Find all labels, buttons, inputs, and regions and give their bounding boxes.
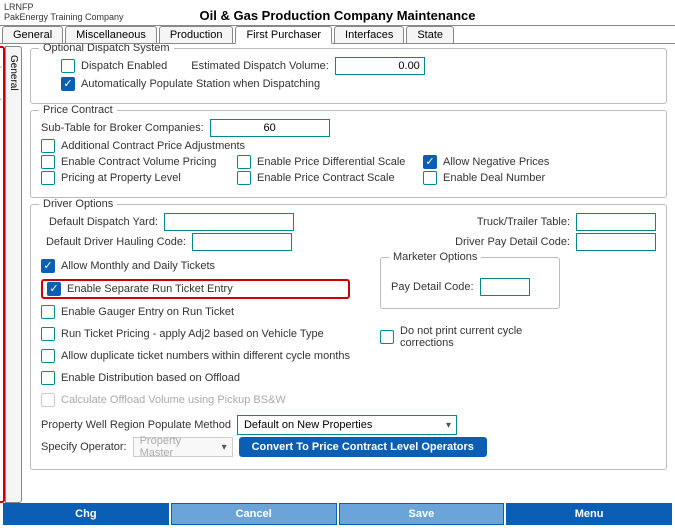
- price-vol-label: Enable Contract Volume Pricing: [61, 156, 231, 168]
- rtp-label: Run Ticket Pricing - apply Adj2 based on…: [61, 328, 324, 340]
- dispatch-volume-label: Estimated Dispatch Volume:: [191, 60, 329, 72]
- header: LRNFP PakEnergy Training Company Oil & G…: [0, 0, 675, 26]
- driver-options-group: Driver Options Default Dispatch Yard: Tr…: [30, 204, 667, 470]
- dispatch-group: Optional Dispatch System Dispatch Enable…: [30, 48, 667, 104]
- gauger-checkbox[interactable]: [41, 305, 55, 319]
- marketer-group: Marketer Options Pay Detail Code:: [380, 257, 560, 309]
- top-tabs: General Miscellaneous Production First P…: [0, 26, 675, 44]
- dispatch-enabled-label: Dispatch Enabled: [81, 60, 167, 72]
- menu-button[interactable]: Menu: [506, 503, 672, 525]
- monthly-label: Allow Monthly and Daily Tickets: [61, 260, 215, 272]
- tab-first-purchaser[interactable]: First Purchaser: [235, 26, 332, 44]
- separate-label: Enable Separate Run Ticket Entry: [67, 283, 233, 295]
- populate-method-select[interactable]: Default on New Properties: [237, 415, 457, 435]
- tab-production[interactable]: Production: [159, 26, 234, 43]
- specify-operator-select[interactable]: Property Master: [133, 437, 233, 457]
- dispatch-enabled-checkbox[interactable]: [61, 59, 75, 73]
- bottom-bar: Chg Cancel Save Menu: [3, 503, 672, 525]
- side-tabs: General Advanced Statements Billing/Haul…: [0, 44, 22, 504]
- tab-state[interactable]: State: [406, 26, 454, 43]
- side-tab-general[interactable]: General: [5, 46, 22, 503]
- dup-label: Allow duplicate ticket numbers within di…: [61, 350, 350, 362]
- default-yard-input[interactable]: [164, 213, 294, 231]
- side-tab-advanced[interactable]: Advanced: [0, 46, 5, 503]
- dispatch-volume-input[interactable]: [335, 57, 425, 75]
- price-neg-checkbox[interactable]: [423, 155, 437, 169]
- calc-checkbox[interactable]: [41, 393, 55, 407]
- separate-highlight: Enable Separate Run Ticket Entry: [41, 279, 350, 299]
- driver-legend: Driver Options: [39, 198, 117, 210]
- price-neg-label: Allow Negative Prices: [443, 156, 549, 168]
- truck-table-input[interactable]: [576, 213, 656, 231]
- price-prop-checkbox[interactable]: [41, 171, 55, 185]
- subtable-input[interactable]: [210, 119, 330, 137]
- content-panel: Optional Dispatch System Dispatch Enable…: [22, 44, 675, 504]
- default-yard-label: Default Dispatch Yard:: [41, 216, 158, 228]
- price-diff-checkbox[interactable]: [237, 155, 251, 169]
- gauger-label: Enable Gauger Entry on Run Ticket: [61, 306, 234, 318]
- price-adjust-checkbox[interactable]: [41, 139, 55, 153]
- price-adjust-label: Additional Contract Price Adjustments: [61, 140, 245, 152]
- price-contract-group: Price Contract Sub-Table for Broker Comp…: [30, 110, 667, 198]
- auto-populate-checkbox[interactable]: [61, 77, 75, 91]
- convert-button[interactable]: Convert To Price Contract Level Operator…: [239, 437, 487, 457]
- price-deal-checkbox[interactable]: [423, 171, 437, 185]
- price-deal-label: Enable Deal Number: [443, 172, 545, 184]
- marketer-paydetail-label: Pay Detail Code:: [391, 281, 474, 293]
- driver-pay-label: Driver Pay Detail Code:: [452, 236, 570, 248]
- noprint-label: Do not print current cycle corrections: [400, 325, 540, 349]
- rtp-checkbox[interactable]: [41, 327, 55, 341]
- tab-interfaces[interactable]: Interfaces: [334, 26, 404, 43]
- dist-checkbox[interactable]: [41, 371, 55, 385]
- separate-checkbox[interactable]: [47, 282, 61, 296]
- dist-label: Enable Distribution based on Offload: [61, 372, 240, 384]
- price-diff-label: Enable Price Differential Scale: [257, 156, 417, 168]
- price-scale-label: Enable Price Contract Scale: [257, 172, 417, 184]
- calc-label: Calculate Offload Volume using Pickup BS…: [61, 394, 286, 406]
- price-scale-checkbox[interactable]: [237, 171, 251, 185]
- subtable-label: Sub-Table for Broker Companies:: [41, 122, 204, 134]
- tab-general[interactable]: General: [2, 26, 63, 43]
- marketer-paydetail-input[interactable]: [480, 278, 530, 296]
- tab-miscellaneous[interactable]: Miscellaneous: [65, 26, 157, 43]
- populate-method-label: Property Well Region Populate Method: [41, 419, 231, 431]
- save-button[interactable]: Save: [339, 503, 505, 525]
- marketer-legend: Marketer Options: [389, 251, 481, 263]
- auto-populate-label: Automatically Populate Station when Disp…: [81, 78, 320, 90]
- cancel-button[interactable]: Cancel: [171, 503, 337, 525]
- noprint-checkbox[interactable]: [380, 330, 394, 344]
- driver-pay-input[interactable]: [576, 233, 656, 251]
- price-vol-checkbox[interactable]: [41, 155, 55, 169]
- monthly-checkbox[interactable]: [41, 259, 55, 273]
- price-prop-label: Pricing at Property Level: [61, 172, 231, 184]
- hauling-code-input[interactable]: [192, 233, 292, 251]
- hauling-code-label: Default Driver Hauling Code:: [41, 236, 186, 248]
- price-legend: Price Contract: [39, 104, 117, 116]
- truck-table-label: Truck/Trailer Table:: [452, 216, 570, 228]
- specify-operator-label: Specify Operator:: [41, 441, 127, 453]
- chg-button[interactable]: Chg: [3, 503, 169, 525]
- dup-checkbox[interactable]: [41, 349, 55, 363]
- dispatch-legend: Optional Dispatch System: [39, 44, 174, 54]
